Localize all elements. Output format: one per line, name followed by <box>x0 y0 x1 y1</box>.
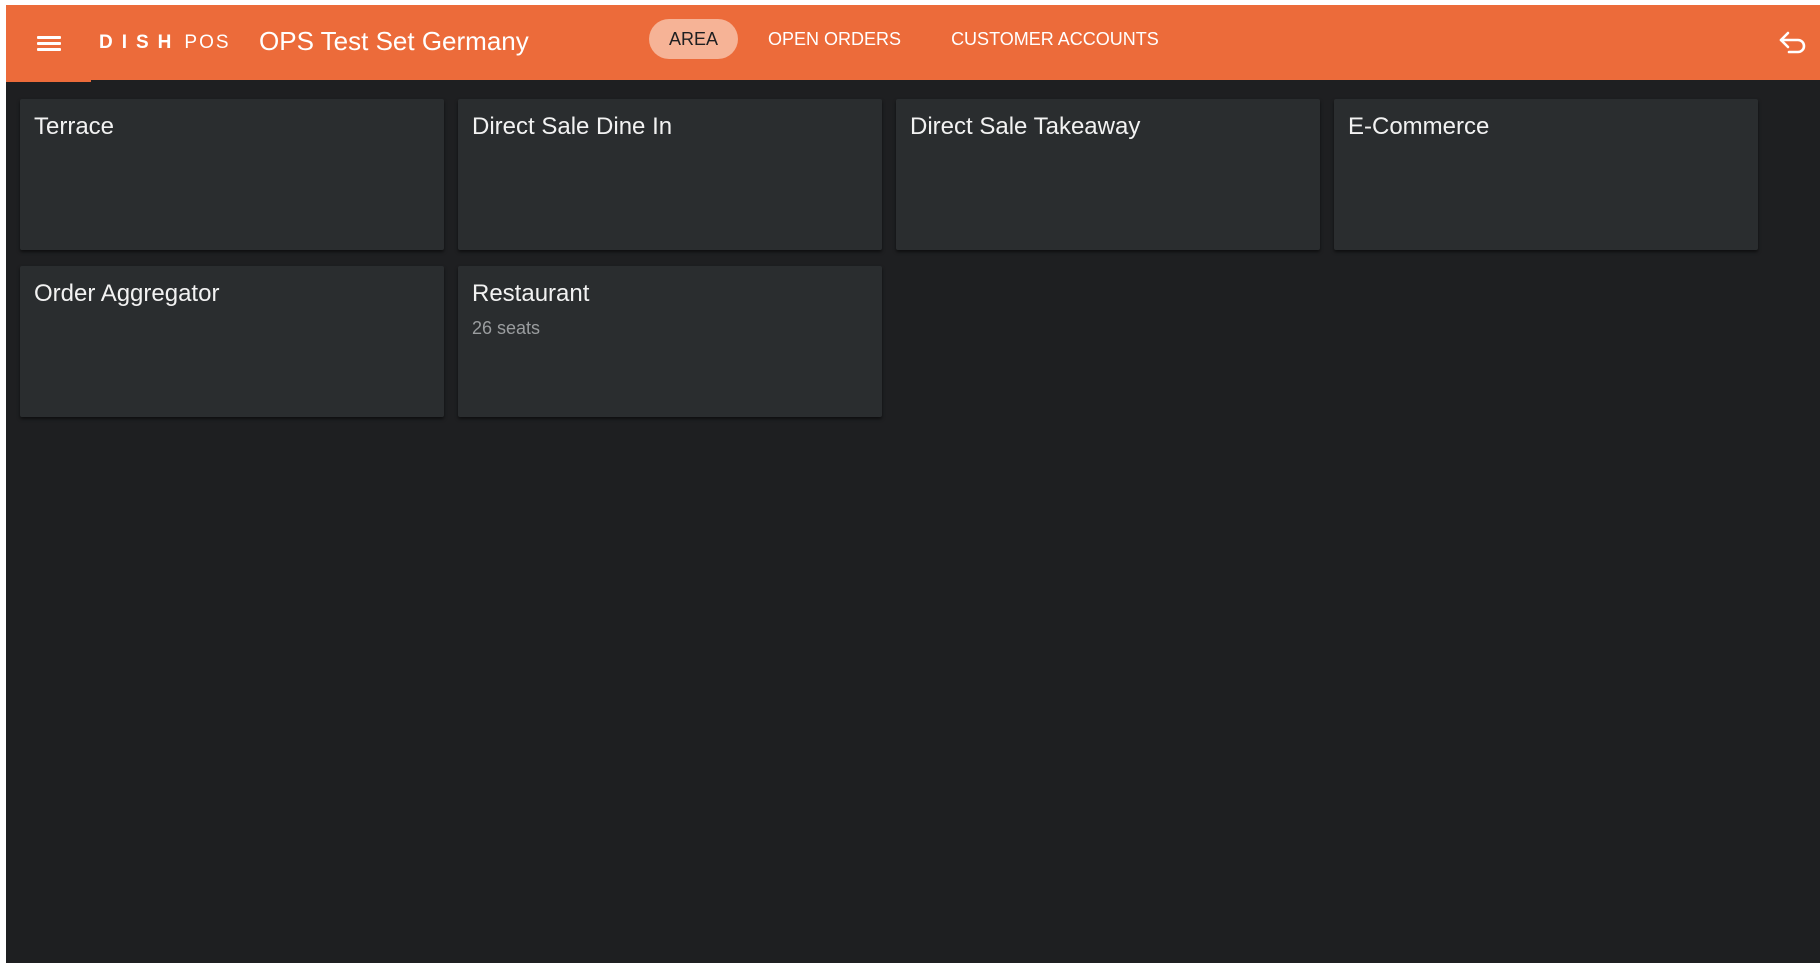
main-tabs: AREA OPEN ORDERS CUSTOMER ACCOUNTS <box>649 18 1189 60</box>
area-card-direct-sale-takeaway[interactable]: Direct Sale Takeaway <box>896 99 1320 250</box>
area-card-restaurant[interactable]: Restaurant 26 seats <box>458 266 882 417</box>
area-card-name: Direct Sale Dine In <box>472 113 673 140</box>
area-card-name: E-Commerce <box>1348 113 1490 140</box>
area-card-order-aggregator[interactable]: Order Aggregator <box>20 266 444 417</box>
store-name: OPS Test Set Germany <box>259 26 529 56</box>
area-card-name: Restaurant <box>472 280 590 307</box>
hamburger-menu-icon[interactable] <box>34 29 64 57</box>
area-card-direct-sale-dine-in[interactable]: Direct Sale Dine In <box>458 99 882 250</box>
area-card-name: Direct Sale Takeaway <box>910 113 1141 140</box>
top-app-bar: DISH POS OPS Test Set Germany AREA OPEN … <box>6 5 1820 80</box>
area-card-e-commerce[interactable]: E-Commerce <box>1334 99 1758 250</box>
area-card-seats: 26 seats <box>472 318 541 338</box>
tab-area[interactable]: AREA <box>649 19 739 59</box>
tab-customer-accounts[interactable]: CUSTOMER ACCOUNTS <box>931 19 1179 59</box>
dish-pos-logo: DISH POS <box>99 29 231 57</box>
undo-arrow-icon[interactable] <box>1776 27 1810 57</box>
pos-app-window: DISH POS OPS Test Set Germany AREA OPEN … <box>6 5 1820 963</box>
area-grid: Terrace Direct Sale Dine In Direct Sale … <box>6 82 1820 963</box>
area-card-terrace[interactable]: Terrace <box>20 99 444 250</box>
logo-brand-text: DISH <box>99 32 181 53</box>
area-card-name: Order Aggregator <box>34 280 220 307</box>
area-card-name: Terrace <box>34 113 115 140</box>
tab-open-orders[interactable]: OPEN ORDERS <box>748 19 921 59</box>
logo-product-text: POS <box>184 32 231 53</box>
